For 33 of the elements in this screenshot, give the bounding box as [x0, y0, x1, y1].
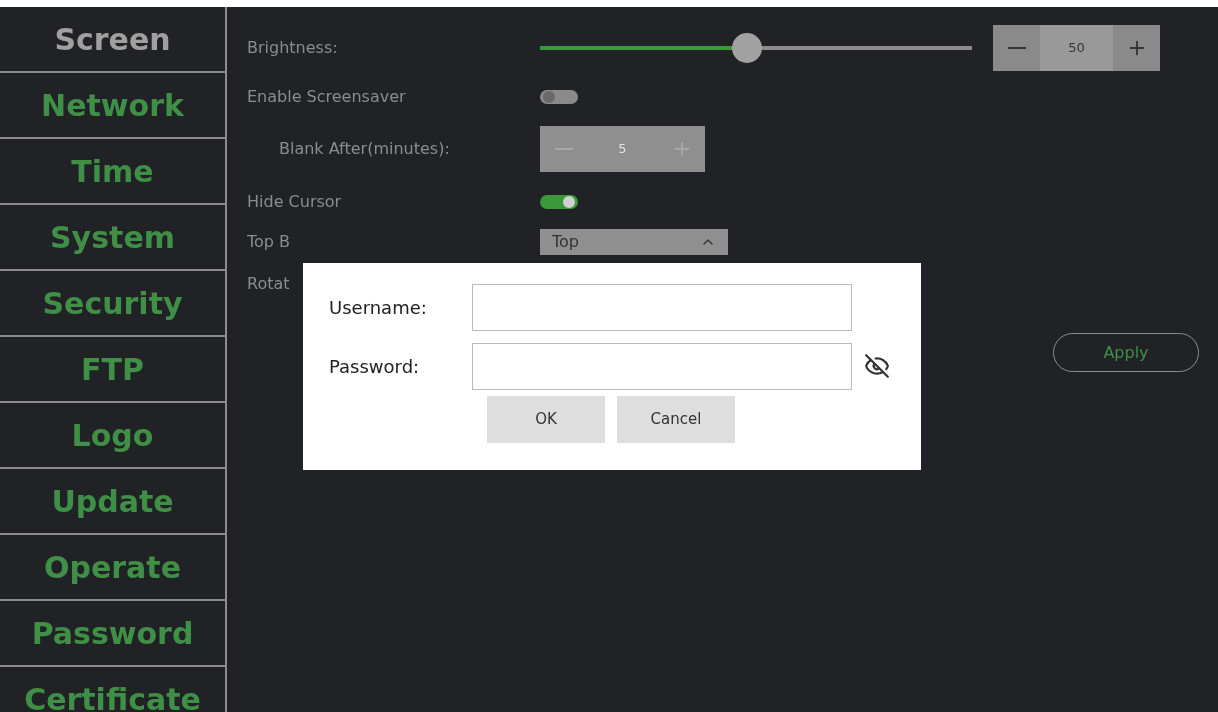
dialog-button[interactable]: Cancel — [617, 396, 735, 443]
top-bar-position-label: Top B — [247, 231, 292, 253]
password-field[interactable] — [472, 342, 852, 390]
sidebar-item[interactable]: Certificate — [0, 667, 225, 712]
rotation-label: Rotat — [247, 273, 290, 295]
sidebar-item[interactable]: Time — [0, 139, 225, 205]
screensaver-label: Enable Screensaver — [247, 86, 407, 108]
username-field[interactable] — [472, 283, 852, 331]
sidebar-item[interactable]: Operate — [0, 535, 225, 601]
brightness-label: Brightness: — [247, 37, 339, 59]
sidebar-item[interactable]: Password — [0, 601, 225, 667]
slider-thumb[interactable] — [732, 33, 763, 63]
blank-after-label: Blank After(minutes): — [278, 138, 451, 160]
minus-icon — [1007, 47, 1026, 49]
hide-cursor-label: Hide Cursor — [247, 191, 343, 213]
spinbox-value: 5 — [617, 140, 628, 159]
dialog-button[interactable]: OK — [487, 396, 605, 443]
sidebar-item[interactable]: FTP — [0, 337, 225, 403]
sidebar-item[interactable]: Security — [0, 271, 225, 337]
sidebar-item[interactable]: Logo — [0, 403, 225, 469]
sidebar-item[interactable]: Screen — [0, 7, 225, 73]
hidden-eye-icon[interactable] — [864, 353, 890, 379]
sidebar-item[interactable]: Update — [0, 469, 225, 535]
toggle-switch[interactable] — [540, 90, 578, 104]
username-label: Username: — [329, 295, 428, 320]
spinbox-value: 50 — [1040, 25, 1113, 71]
sidebar-item[interactable]: System — [0, 205, 225, 271]
position-dropdown[interactable]: Top — [540, 229, 728, 255]
toggle-switch[interactable] — [540, 195, 578, 209]
number-spinbox[interactable]: 50 — [993, 25, 1160, 71]
brightness-slider[interactable] — [540, 32, 972, 64]
password-label: Password: — [329, 354, 421, 379]
sidebar-item[interactable]: Network — [0, 73, 225, 139]
